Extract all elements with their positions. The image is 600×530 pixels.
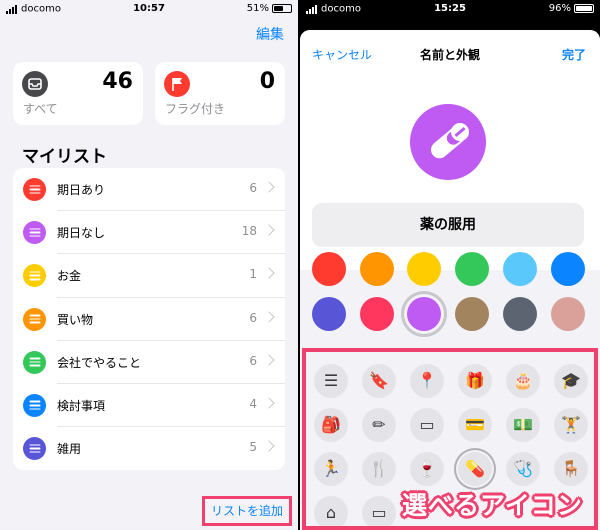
- add-list-button[interactable]: リストを追加: [202, 496, 292, 526]
- all-count: 46: [102, 69, 133, 94]
- battery-percent: 51%: [246, 3, 269, 14]
- edit-button[interactable]: 編集: [256, 24, 284, 44]
- list-icon[interactable]: ☰: [314, 364, 348, 398]
- backpack-icon[interactable]: 🎒: [314, 408, 348, 442]
- overlay-caption: 選べるアイコン: [402, 491, 583, 520]
- color-swatch-orange[interactable]: [360, 252, 394, 286]
- appearance-sheet: キャンセル 名前と外観 完了 薬の服用 ☰ 🔖 📍 🎁 🎂 🎓 🎒 ✏ ▭ 💳 …: [300, 30, 600, 530]
- list-bullet-icon: [23, 221, 46, 245]
- chevron-right-icon: [263, 397, 275, 409]
- battery-icon: [272, 3, 292, 13]
- list-item-count: 18: [241, 224, 257, 239]
- status-bar: docomo 10:57 51%: [0, 0, 298, 18]
- list-item-count: 6: [249, 181, 257, 195]
- chevron-right-icon: [263, 224, 275, 236]
- color-swatch-yellow[interactable]: [407, 252, 441, 286]
- chevron-right-icon: [263, 354, 275, 366]
- done-button[interactable]: 完了: [562, 46, 586, 63]
- color-swatch-green[interactable]: [455, 252, 489, 286]
- flagged-label: フラグ付き: [165, 102, 226, 116]
- gift-icon[interactable]: 🎁: [458, 364, 492, 398]
- list-item-count: 6: [249, 353, 257, 368]
- my-lists: 期日あり 6 期日なし 18 お金 1 買い物 6 会社でやること 6 検討事項…: [13, 168, 285, 470]
- fork-knife-icon[interactable]: 🍴: [362, 452, 396, 486]
- list-item-count: 1: [249, 267, 257, 282]
- all-label: すべて: [23, 102, 58, 116]
- battery-icon: [574, 3, 594, 13]
- my-lists-heading: マイリスト: [22, 147, 107, 167]
- tv-icon[interactable]: ▭: [362, 496, 396, 526]
- list-item-kentou[interactable]: 検討事項 4: [13, 384, 285, 428]
- color-swatch-pink[interactable]: [360, 297, 394, 331]
- name-and-appearance-screen: docomo 15:25 96% キャンセル 名前と外観 完了 薬の服用 ☰ 🔖…: [300, 0, 600, 530]
- all-card[interactable]: 46 すべて: [13, 62, 143, 125]
- dumbbell-icon[interactable]: 🏋: [554, 408, 588, 442]
- reminders-lists-screen: docomo 10:57 51% 編集 46 すべて 0 フラグ付き マイリスト…: [0, 0, 298, 530]
- list-item-zatsuyou[interactable]: 雑用 5: [13, 427, 285, 470]
- chevron-right-icon: [263, 181, 275, 193]
- list-item-label: お金: [57, 269, 82, 284]
- cake-icon[interactable]: 🎂: [506, 364, 540, 398]
- stethoscope-icon[interactable]: 🩺: [506, 452, 540, 486]
- color-swatch-indigo[interactable]: [312, 297, 346, 331]
- status-bar: docomo 15:25 96%: [300, 0, 600, 18]
- icon-picker: ☰ 🔖 📍 🎁 🎂 🎓 🎒 ✏ ▭ 💳 💵 🏋 🏃 🍴 🍷 💊 🩺 🪑 ⌂ ▭ 選べるアイコン: [302, 348, 598, 530]
- flag-icon: [164, 71, 190, 97]
- color-swatch-brown[interactable]: [455, 297, 489, 331]
- list-item-kijitsu-nashi[interactable]: 期日なし 18: [13, 211, 285, 255]
- list-item-label: 雑用: [57, 442, 82, 457]
- pill-icon: [410, 104, 486, 180]
- list-item-label: 会社でやること: [57, 355, 142, 370]
- color-swatch-lightblue[interactable]: [503, 252, 537, 286]
- chevron-right-icon: [263, 440, 275, 452]
- battery-percent: 96%: [548, 3, 571, 14]
- color-swatch-purple[interactable]: [407, 297, 441, 331]
- color-swatch-gray[interactable]: [503, 297, 537, 331]
- list-bullet-icon: [23, 264, 46, 288]
- chair-icon[interactable]: 🪑: [554, 452, 588, 486]
- color-swatch-blue[interactable]: [551, 252, 585, 286]
- tray-icon: [22, 71, 48, 97]
- ruler-pencil-icon[interactable]: ✏: [362, 408, 396, 442]
- color-picker: [300, 252, 600, 350]
- sheet-title: 名前と外観: [419, 48, 480, 62]
- bookmark-icon[interactable]: 🔖: [362, 364, 396, 398]
- wallet-icon[interactable]: ▭: [410, 408, 444, 442]
- running-icon[interactable]: 🏃: [314, 452, 348, 486]
- color-swatch-red[interactable]: [312, 252, 346, 286]
- list-bullet-icon: [23, 437, 46, 461]
- list-item-kaimono[interactable]: 買い物 6: [13, 298, 285, 341]
- list-bullet-icon: [23, 178, 46, 201]
- pin-icon[interactable]: 📍: [410, 364, 444, 398]
- list-item-label: 期日あり: [57, 183, 106, 197]
- house-icon[interactable]: ⌂: [314, 496, 348, 526]
- wine-glass-icon[interactable]: 🍷: [410, 452, 444, 486]
- list-item-label: 買い物: [57, 312, 94, 327]
- list-bullet-icon: [23, 307, 46, 331]
- flagged-count: 0: [259, 69, 275, 94]
- list-name-input[interactable]: 薬の服用: [312, 203, 584, 247]
- list-bullet-icon: [23, 393, 46, 417]
- flagged-card[interactable]: 0 フラグ付き: [155, 62, 285, 125]
- list-item-count: 5: [249, 440, 257, 455]
- money-icon[interactable]: 💵: [506, 408, 540, 442]
- list-bullet-icon: [23, 350, 46, 374]
- list-item-count: 6: [249, 310, 257, 325]
- list-item-kaisha[interactable]: 会社でやること 6: [13, 341, 285, 384]
- color-swatch-rose[interactable]: [551, 297, 585, 331]
- list-item-label: 期日なし: [57, 226, 106, 241]
- list-item-kijitsu-ari[interactable]: 期日あり 6: [13, 168, 285, 212]
- credit-card-icon[interactable]: 💳: [458, 408, 492, 442]
- graduation-cap-icon[interactable]: 🎓: [554, 364, 588, 398]
- list-item-label: 検討事項: [57, 398, 106, 413]
- chevron-right-icon: [263, 267, 275, 280]
- pill-icon[interactable]: 💊: [458, 452, 492, 486]
- list-item-count: 4: [249, 396, 257, 411]
- chevron-right-icon: [263, 310, 275, 323]
- list-item-okane[interactable]: お金 1: [13, 254, 285, 298]
